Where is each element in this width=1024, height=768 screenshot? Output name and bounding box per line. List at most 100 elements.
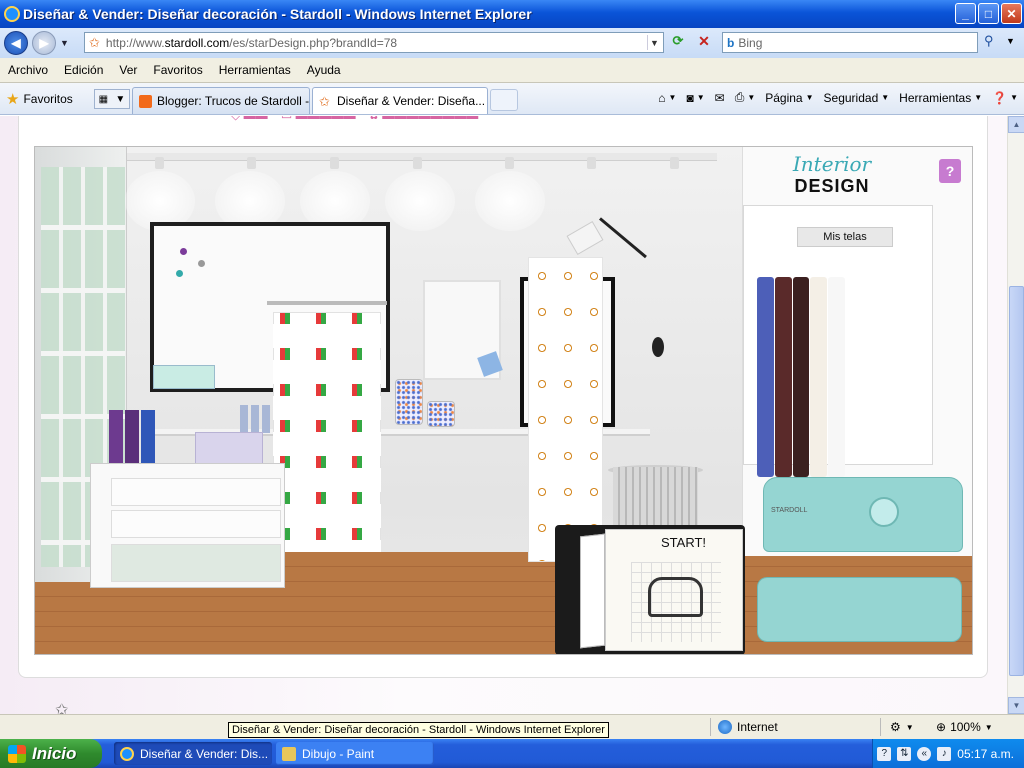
- book-left-page: [580, 533, 605, 649]
- taskbar-item-paint[interactable]: Dibujo - Paint: [276, 742, 434, 765]
- history-dropdown-icon[interactable]: ▼: [60, 38, 69, 48]
- spotlight: [247, 157, 256, 169]
- address-dropdown-icon[interactable]: ▼: [647, 35, 661, 50]
- back-button[interactable]: ◀: [4, 31, 28, 55]
- menu-favoritos[interactable]: Favoritos: [145, 63, 210, 77]
- site-favicon-icon: ✩: [89, 34, 100, 50]
- favorites-button[interactable]: ★ Favoritos: [6, 90, 73, 108]
- search-placeholder: Bing: [738, 35, 763, 50]
- ie-icon: [120, 746, 134, 761]
- fabric-roll[interactable]: [774, 277, 792, 477]
- sewing-machine-arm: [763, 477, 963, 552]
- fabric-rolls[interactable]: [757, 277, 845, 477]
- search-options-icon[interactable]: ▼: [1006, 36, 1015, 46]
- scroll-thumb[interactable]: [1009, 286, 1024, 676]
- minimize-button[interactable]: _: [955, 3, 976, 24]
- taskbar-item-ie[interactable]: Diseñar & Vender: Dis...: [114, 742, 272, 765]
- command-bar: ⌂ ▼ ◙ ▼ ✉ ⎙ ▼ Página ▼ Seguridad ▼ Herramient…: [658, 90, 1018, 105]
- quick-tabs-button[interactable]: ▦ ▼: [94, 89, 130, 109]
- feeds-button[interactable]: ◙ ▼: [686, 91, 704, 105]
- search-input[interactable]: b Bing: [722, 32, 978, 53]
- menu-herramientas[interactable]: Herramientas: [211, 63, 299, 77]
- address-input[interactable]: ✩ http://www.stardoll.com/es/starDesign.…: [84, 32, 664, 53]
- volume-tray-icon[interactable]: ♪: [937, 746, 952, 761]
- menu-edicion[interactable]: Edición: [56, 63, 111, 77]
- sewing-machine[interactable]: STARDOLL: [757, 467, 972, 647]
- zoom-dropdown-icon: ▼: [984, 722, 993, 732]
- interior-design-game[interactable]: Interior DESIGN ? Mis telas START! STARD…: [34, 146, 973, 655]
- close-button[interactable]: ✕: [1001, 3, 1022, 24]
- vertical-scrollbar[interactable]: ▲ ▼: [1007, 116, 1024, 714]
- light-rail: [127, 153, 717, 161]
- fabric-roll[interactable]: [757, 277, 774, 477]
- menu-archivo[interactable]: Archivo: [0, 63, 56, 77]
- network-tray-icon[interactable]: ⇅: [897, 746, 912, 761]
- rss-icon: ◙: [686, 90, 694, 105]
- search-icon[interactable]: ⚲: [984, 33, 1006, 53]
- fabric-roll[interactable]: [792, 277, 810, 477]
- security-menu[interactable]: Seguridad ▼: [824, 91, 890, 105]
- page-menu[interactable]: Página ▼: [765, 91, 813, 105]
- help-icon: ❓: [992, 90, 1008, 105]
- sewing-machine-wheel: [869, 497, 899, 527]
- logo-line2: DESIGN: [794, 176, 870, 196]
- mail-button[interactable]: ✉: [715, 91, 725, 105]
- windows-logo-icon: [8, 744, 26, 763]
- scroll-down-icon[interactable]: ▼: [1008, 697, 1024, 714]
- home-button[interactable]: ⌂ ▼: [658, 91, 676, 105]
- tab-label: Blogger: Trucos de Stardoll - ...: [157, 94, 310, 108]
- start-button[interactable]: START!: [661, 535, 706, 550]
- tab-stardoll[interactable]: ✩ Diseñar & Vender: Diseña... ✕: [312, 87, 488, 114]
- spotlight: [670, 157, 679, 169]
- game-help-button[interactable]: ?: [939, 159, 961, 183]
- lamp-arm: [599, 217, 647, 259]
- address-toolbar: ◀ ▶ ▼ ✩ http://www.stardoll.com/es/starD…: [0, 28, 1024, 58]
- ring-curtain[interactable]: [528, 257, 603, 562]
- print-button[interactable]: ⎙ ▼: [735, 90, 756, 105]
- favorites-star-icon: ★: [6, 91, 20, 108]
- pencil-holder[interactable]: [153, 365, 215, 389]
- menu-ayuda[interactable]: Ayuda: [299, 63, 349, 77]
- bead-jar[interactable]: [427, 401, 455, 427]
- binders[interactable]: [109, 410, 155, 468]
- zoom-control[interactable]: ⊕ 100% ▼: [936, 720, 993, 734]
- storage-boxes[interactable]: [195, 432, 263, 466]
- fabric-roll[interactable]: [810, 277, 828, 477]
- refresh-icon[interactable]: ⟳: [668, 33, 688, 53]
- forward-button[interactable]: ▶: [32, 31, 56, 55]
- thread-spools[interactable]: [240, 405, 270, 433]
- board-pin: [198, 260, 205, 267]
- my-fabrics-label[interactable]: Mis telas: [797, 227, 893, 247]
- help-tray-icon[interactable]: ?: [877, 746, 892, 761]
- security-zone[interactable]: Internet: [718, 720, 778, 734]
- drawer-cabinet[interactable]: [90, 463, 285, 588]
- drawer: [111, 478, 281, 506]
- menu-ver[interactable]: Ver: [111, 63, 145, 77]
- expand-tray-icon[interactable]: «: [917, 746, 932, 761]
- title-tooltip: Diseñar & Vender: Diseñar decoración - S…: [228, 722, 609, 738]
- window-title: Diseñar & Vender: Diseñar decoración - S…: [23, 6, 532, 22]
- blogger-icon: [139, 94, 152, 108]
- spotlight: [505, 157, 514, 169]
- tab-blogger[interactable]: Blogger: Trucos de Stardoll - ...: [132, 87, 310, 114]
- quick-tabs-icon: ▦: [98, 93, 109, 105]
- maximize-button[interactable]: □: [978, 3, 999, 24]
- protected-mode-indicator[interactable]: ⚙ ▼: [890, 720, 914, 734]
- scroll-up-icon[interactable]: ▲: [1008, 116, 1024, 133]
- curtain-rod: [267, 301, 387, 305]
- tools-menu[interactable]: Herramientas ▼: [899, 91, 982, 105]
- zoom-icon: ⊕: [936, 720, 947, 734]
- bead-jar[interactable]: [395, 379, 423, 425]
- stop-icon[interactable]: ✕: [694, 33, 714, 53]
- window-controls: _ □ ✕: [955, 3, 1022, 24]
- bing-icon: b: [727, 35, 735, 50]
- url-text: http://www.stardoll.com/es/starDesign.ph…: [105, 35, 398, 50]
- new-tab-button[interactable]: [490, 89, 518, 111]
- help-menu[interactable]: ❓ ▼: [992, 91, 1018, 105]
- status-bar: Diseñar & Vender: Diseñar decoración - S…: [0, 714, 1024, 739]
- taskbar: Inicio Diseñar & Vender: Dis... Dibujo -…: [0, 739, 1024, 768]
- menu-bar: Archivo Edición Ver Favoritos Herramient…: [0, 58, 1024, 83]
- start-menu-button[interactable]: Inicio: [0, 739, 102, 768]
- interior-design-logo: Interior DESIGN: [787, 152, 877, 197]
- fabric-roll[interactable]: [828, 277, 845, 477]
